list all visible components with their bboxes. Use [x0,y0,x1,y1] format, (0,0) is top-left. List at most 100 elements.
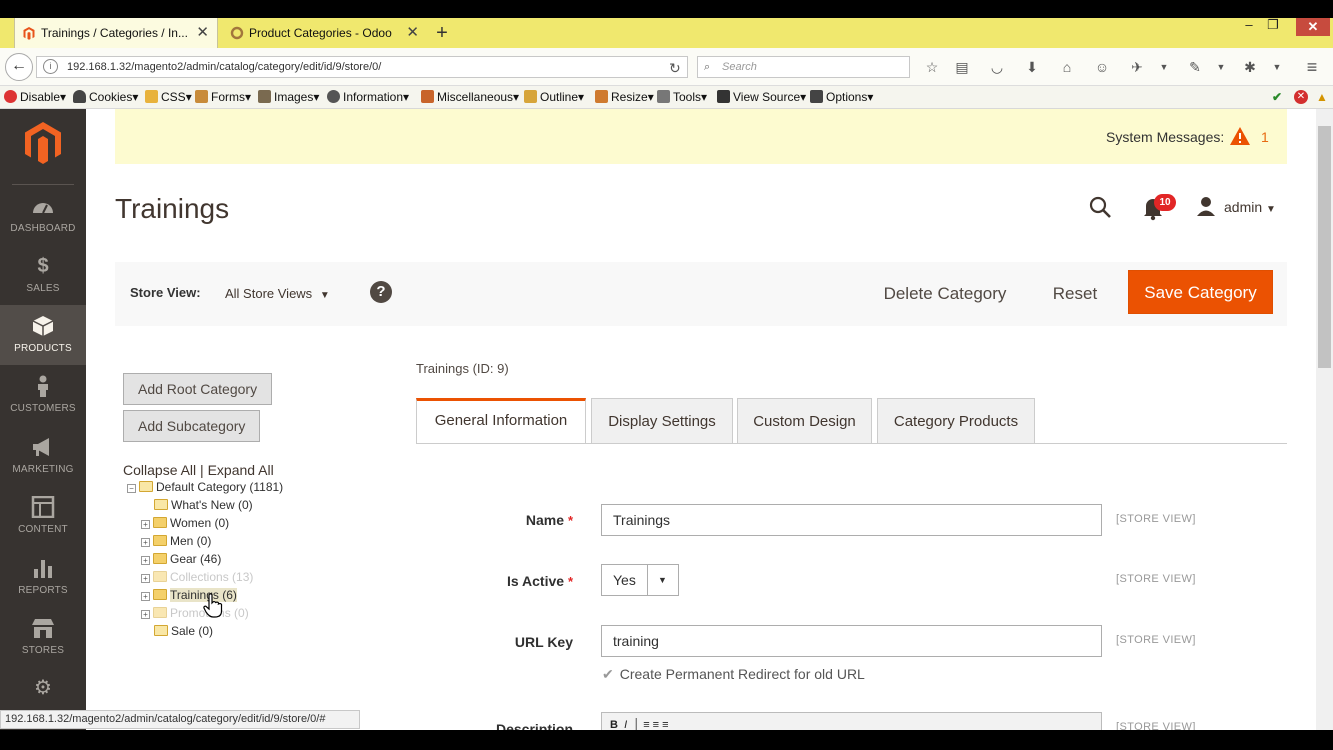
sidebar-item-sales[interactable]: $ SALES [0,245,86,305]
system-messages-bar[interactable]: System Messages: 1 [115,109,1287,164]
extension-icon[interactable]: ✱ [1241,58,1259,76]
tab-close-icon[interactable]: ✕ [196,18,209,48]
is-active-select[interactable]: Yes ▼ [601,564,679,596]
tab-general-information[interactable]: General Information [416,398,586,444]
tree-node-collections[interactable]: + Collections (13) [141,569,253,586]
url-bar[interactable]: i 192.168.1.32/magento2/admin/catalog/ca… [36,56,688,78]
tree-node-default-category[interactable]: − Default Category (1181) [127,479,283,496]
toolbar-miscellaneous[interactable]: Miscellaneous▾ [421,89,519,106]
tree-node-sale[interactable]: Sale (0) [154,623,213,640]
search-icon[interactable] [1088,195,1112,219]
url-text: 192.168.1.32/magento2/admin/catalog/cate… [67,61,382,73]
store-view-switcher[interactable]: All Store Views ▼ [225,286,330,301]
error-icon[interactable]: ✕ [1294,90,1308,104]
home-icon[interactable]: ⌂ [1058,58,1076,76]
toolbar-outline[interactable]: Outline▾ [524,89,584,106]
warning-icon[interactable]: ▲ [1316,89,1328,106]
tree-expand-icon[interactable]: + [141,556,150,565]
add-subcategory-button[interactable]: Add Subcategory [123,410,261,442]
browser-search-input[interactable]: ⌕ Search [697,56,910,78]
browser-tab-odoo[interactable]: Product Categories - Odoo ✕ [223,18,427,48]
toolbar-images[interactable]: Images▾ [258,89,319,106]
restore-icon[interactable]: ❐ [1262,18,1284,34]
megaphone-icon [33,438,49,456]
tab-category-products[interactable]: Category Products [877,398,1035,444]
information-icon [327,90,340,103]
expand-all-link[interactable]: Expand All [208,462,274,478]
toolbar-cookies[interactable]: Cookies▾ [73,89,138,106]
folder-icon [153,553,167,564]
tab-display-settings[interactable]: Display Settings [591,398,733,444]
new-tab-button[interactable]: + [432,18,452,48]
toolbar-resize[interactable]: Resize▾ [595,89,654,106]
help-icon[interactable]: ? [370,281,392,303]
tree-node-promotions[interactable]: + Promotions (0) [141,605,249,622]
redirect-checkbox-row[interactable]: ✔ Create Permanent Redirect for old URL [602,666,865,683]
tree-expand-icon[interactable]: + [141,520,150,529]
addon-dropdown-icon[interactable]: ▼ [1155,58,1173,76]
bookmark-star-icon[interactable]: ☆ [923,58,941,76]
warning-triangle-icon [1230,127,1250,145]
download-icon[interactable]: ⬇ [1023,58,1041,76]
dashboard-icon [33,203,53,214]
toolbar-information[interactable]: Information▾ [327,89,409,106]
pen-dropdown-icon[interactable]: ▼ [1212,58,1230,76]
minimize-icon[interactable]: ‒ [1238,18,1260,34]
tab-custom-design[interactable]: Custom Design [737,398,872,444]
toolbar-tools[interactable]: Tools▾ [657,89,707,106]
addon-icon[interactable]: ✈ [1128,58,1146,76]
sidebar-item-products[interactable]: PRODUCTS [0,305,86,365]
sidebar-item-customers[interactable]: CUSTOMERS [0,365,86,425]
tree-expand-icon[interactable]: + [141,574,150,583]
collapse-all-link[interactable]: Collapse All [123,462,196,478]
tree-node-men[interactable]: + Men (0) [141,533,211,550]
back-arrow-icon[interactable]: ← [5,53,33,81]
sidebar-item-reports[interactable]: REPORTS [0,547,86,607]
toolbar-forms[interactable]: Forms▾ [195,89,251,106]
system-messages-count[interactable]: 1 [1261,129,1269,145]
admin-user-menu[interactable]: admin ▼ [1224,199,1276,215]
toolbar-css[interactable]: CSS▾ [145,89,192,106]
tab-close-icon[interactable]: ✕ [406,18,419,48]
sidebar-item-dashboard[interactable]: DASHBOARD [0,185,86,245]
save-category-button[interactable]: Save Category [1128,270,1273,314]
checkmark-icon[interactable]: ✔ [602,666,614,682]
extension-dropdown-icon[interactable]: ▼ [1268,58,1286,76]
hamburger-menu-icon[interactable]: ≡ [1303,58,1321,76]
toolbar-options[interactable]: Options▾ [810,89,873,106]
reading-list-icon[interactable]: ▤ [953,58,971,76]
tree-expand-icon[interactable]: + [141,592,150,601]
scope-label: [STORE VIEW] [1116,513,1196,525]
reset-button[interactable]: Reset [1040,272,1110,316]
sidebar-item-content[interactable]: CONTENT [0,486,86,546]
tree-collapse-icon[interactable]: − [127,484,136,493]
tree-node-gear[interactable]: + Gear (46) [141,551,221,568]
sidebar-item-stores[interactable]: STORES [0,607,86,667]
browser-tab-magento[interactable]: Trainings / Categories / In... ✕ [14,18,218,48]
tree-expand-icon[interactable]: + [141,538,150,547]
reload-icon[interactable]: ↻ [669,58,681,78]
toolbar-view-source[interactable]: View Source▾ [717,89,806,106]
magento-logo-icon[interactable] [24,121,62,165]
delete-category-button[interactable]: Delete Category [870,272,1020,316]
scrollbar-thumb[interactable] [1318,126,1331,368]
url-key-field[interactable]: training [601,625,1102,657]
hand-cursor-icon [203,593,223,618]
name-field[interactable]: Trainings [601,504,1102,536]
webdev-toolbar: Disable▾ Cookies▾ CSS▾ Forms▾ Images▾ In… [0,86,1333,109]
misc-icon [421,90,434,103]
chat-icon[interactable]: ☺ [1093,58,1111,76]
check-icon[interactable]: ✔ [1272,89,1282,106]
tree-node-women[interactable]: + Women (0) [141,515,229,532]
tree-expand-icon[interactable]: + [141,610,150,619]
sidebar-item-marketing[interactable]: MARKETING [0,426,86,486]
toolbar-disable[interactable]: Disable▾ [4,89,66,106]
window-close-icon[interactable]: ✕ [1296,18,1330,36]
folder-icon [153,589,167,600]
add-root-category-button[interactable]: Add Root Category [123,373,273,405]
user-icon[interactable] [1196,196,1216,216]
pocket-icon[interactable]: ◡ [988,58,1006,76]
pen-icon[interactable]: ✎ [1186,58,1204,76]
folder-icon [153,535,167,546]
tree-node-whats-new[interactable]: What's New (0) [154,497,253,514]
